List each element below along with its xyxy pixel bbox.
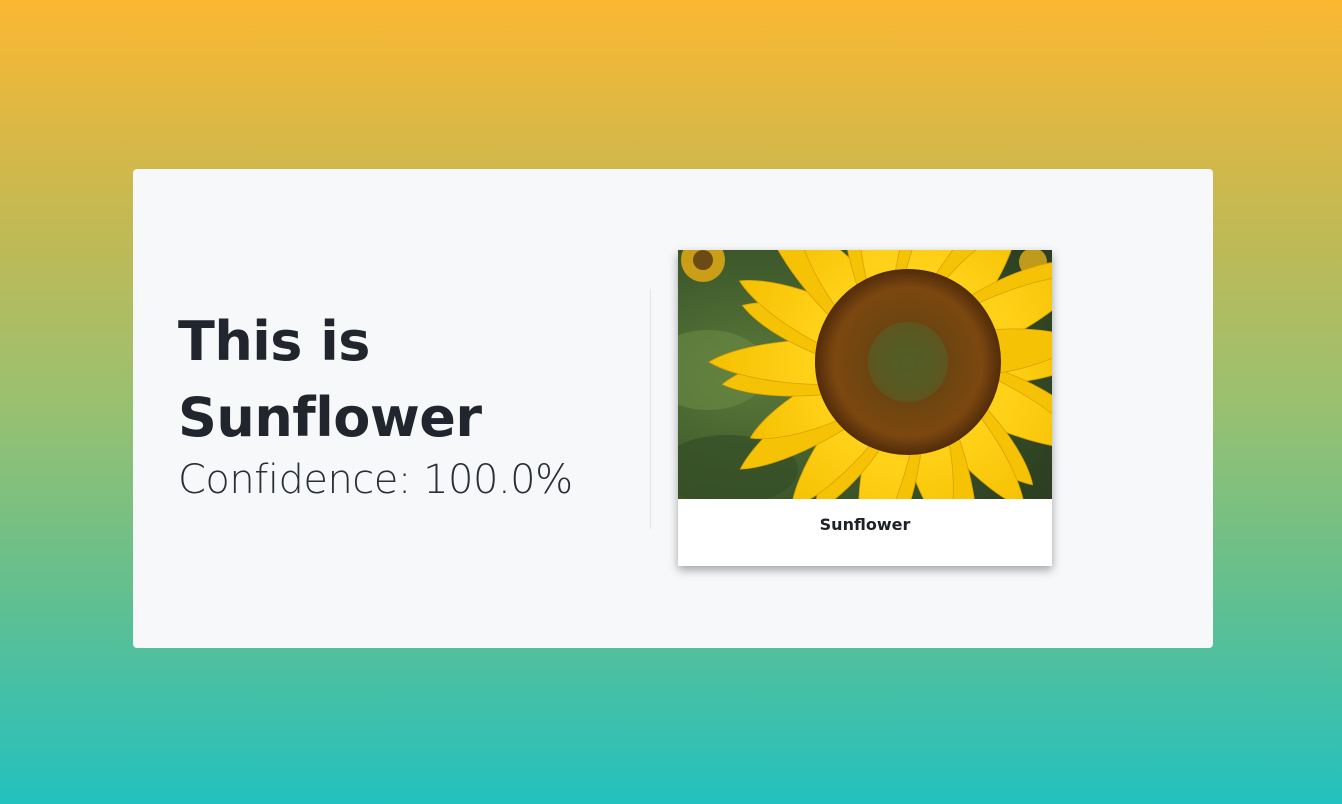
- title-line-2: Sunflower: [178, 386, 482, 449]
- confidence-text: Confidence: 100.0%: [178, 457, 573, 503]
- image-card: Sunflower: [678, 250, 1052, 566]
- title-line-1: This is: [178, 310, 370, 373]
- image-caption: Sunflower: [819, 515, 911, 534]
- sunflower-photo: [678, 250, 1052, 499]
- vertical-divider: [650, 289, 651, 529]
- prediction-panel: This is Sunflower Confidence: 100.0%: [178, 304, 638, 504]
- result-card: This is Sunflower Confidence: 100.0% Sun…: [133, 169, 1213, 648]
- prediction-title: This is Sunflower: [178, 304, 638, 456]
